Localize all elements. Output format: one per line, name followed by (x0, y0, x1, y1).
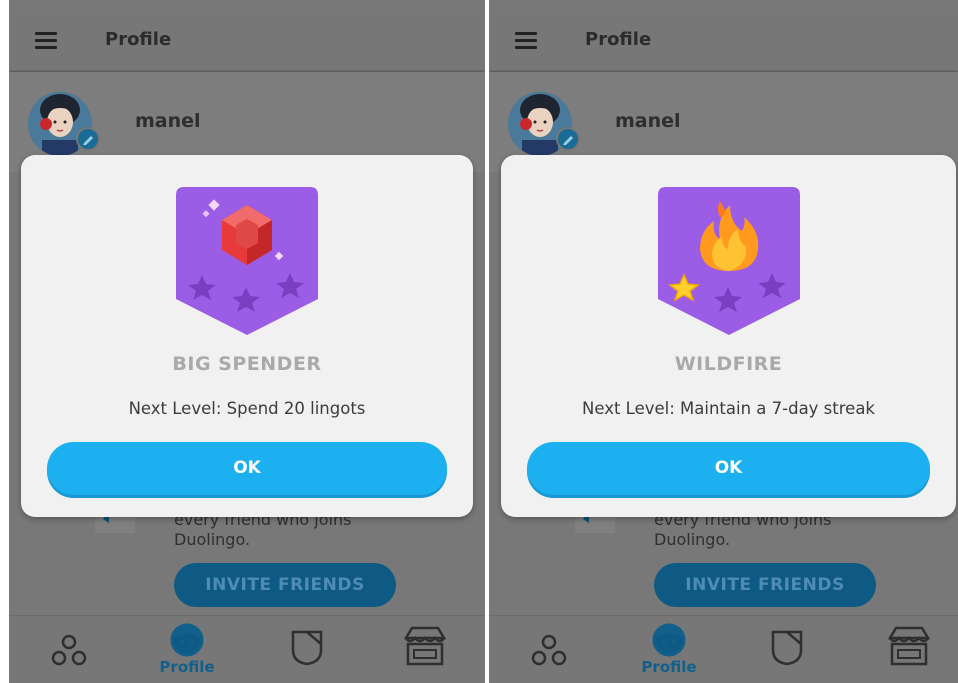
invite-section: every friend who joins Duolingo. INVITE … (489, 505, 958, 615)
profile-face-icon (652, 623, 686, 657)
ok-button[interactable]: OK (47, 442, 447, 495)
phone-screen-right: Profile manel every friend who joins Duo… (489, 0, 958, 683)
tab-profile-label: Profile (159, 658, 215, 676)
big-spender-badge-icon (176, 187, 318, 335)
shield-icon (771, 630, 803, 666)
bottom-tab-bar: Profile (489, 615, 958, 683)
phone-screen-left: Profile manel every friend who joins Duo… (9, 0, 485, 683)
achievement-dialog: WILDFIRE Next Level: Maintain a 7-day st… (501, 155, 956, 517)
app-header: Profile (489, 12, 958, 71)
page-title: Profile (105, 29, 172, 50)
username: manel (615, 110, 681, 132)
tab-leagues[interactable] (277, 624, 337, 683)
tab-profile[interactable]: Profile (157, 620, 217, 680)
invite-friends-button[interactable]: INVITE FRIENDS (174, 563, 396, 607)
ok-button[interactable]: OK (527, 442, 930, 495)
menu-icon[interactable] (515, 32, 537, 49)
tab-leagues[interactable] (757, 624, 817, 683)
shield-icon (291, 630, 323, 666)
profile-face-icon (170, 623, 204, 657)
tab-profile-label: Profile (641, 658, 697, 676)
tab-shop[interactable] (879, 624, 939, 683)
tab-learn[interactable] (39, 624, 99, 683)
invite-section: every friend who joins Duolingo. INVITE … (9, 505, 485, 615)
invite-text-line-2: Duolingo. (174, 530, 251, 549)
achievement-title: BIG SPENDER (172, 353, 322, 375)
edit-avatar-icon[interactable] (556, 127, 580, 151)
achievement-dialog: BIG SPENDER Next Level: Spend 20 lingots… (21, 155, 473, 517)
invite-friends-button[interactable]: INVITE FRIENDS (654, 563, 876, 607)
tab-shop[interactable] (395, 624, 455, 683)
page-title: Profile (585, 29, 652, 50)
circles-icon (531, 634, 567, 666)
username: manel (135, 110, 201, 132)
invite-text-line-2: Duolingo. (654, 530, 731, 549)
achievement-description: Next Level: Spend 20 lingots (128, 399, 366, 418)
achievement-description: Next Level: Maintain a 7-day streak (581, 399, 875, 418)
app-header: Profile (9, 12, 485, 71)
circles-icon (51, 634, 87, 666)
tab-learn[interactable] (519, 624, 579, 683)
bottom-tab-bar: Profile (9, 615, 485, 683)
edit-avatar-icon[interactable] (76, 127, 100, 151)
menu-icon[interactable] (35, 32, 57, 49)
shop-icon (403, 626, 447, 666)
tab-profile[interactable]: Profile (639, 620, 699, 680)
shop-icon (887, 626, 931, 666)
achievement-title: WILDFIRE (674, 353, 783, 375)
wildfire-badge-icon (658, 187, 800, 335)
